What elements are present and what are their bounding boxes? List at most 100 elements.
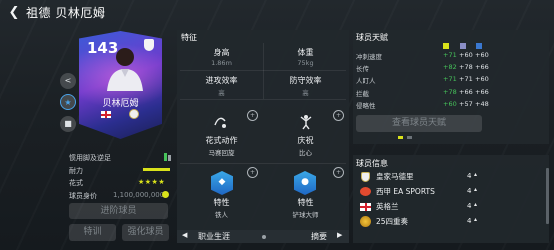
skill-stars: ★★★★ (138, 178, 166, 186)
talent-value: +48 (475, 100, 489, 108)
zoom-icon[interactable]: + (247, 110, 258, 121)
value-label: 球员身价 (69, 192, 97, 200)
talent-value: +66 (475, 88, 489, 96)
talent-value: +60 (443, 100, 457, 108)
advance-player-button[interactable]: 进阶球员 (69, 203, 168, 219)
chem-icon: ▴ (474, 201, 478, 208)
tab-summary[interactable]: 摘要 (311, 231, 327, 242)
celebration-value: 比心 (299, 149, 312, 157)
divider (180, 70, 346, 71)
player-value: 1,100,000,000 (113, 191, 165, 199)
talent-row: 人盯人 (356, 77, 376, 85)
trait1-label: 特性 (213, 198, 230, 207)
tab-career[interactable]: 职业生涯 (198, 231, 230, 242)
coin-icon (162, 191, 169, 198)
trait2-label: 特性 (297, 198, 314, 207)
height-value: 1.86m (211, 59, 232, 67)
features-title: 特征 (181, 33, 197, 42)
defense-rate-value: 高 (302, 89, 309, 97)
info-nation-value: 4 (467, 202, 472, 210)
weight-label: 体重 (297, 48, 314, 57)
zoom-icon[interactable]: + (247, 167, 258, 178)
info-league: 西甲 EA SPORTS (376, 187, 435, 196)
share-icon[interactable]: < (60, 73, 76, 89)
page-indicator-active (398, 136, 403, 139)
info-program: 25四重奏 (376, 217, 409, 226)
skill-label: 花式 (69, 179, 83, 187)
page-dot (262, 235, 266, 239)
talent-value: +60 (475, 51, 489, 59)
celebration-label: 庆祝 (297, 136, 314, 145)
lock-icon[interactable]: ■ (60, 116, 76, 132)
info-program-value: 4 (467, 217, 472, 225)
divider (180, 163, 346, 164)
player-info-title: 球员信息 (356, 159, 388, 168)
boost-player-button[interactable]: 强化球员 (122, 224, 169, 241)
skill-move-value: 马赛回旋 (208, 149, 235, 157)
player-card[interactable]: 143 贝林厄姆 (79, 31, 162, 139)
talent-value: +57 (459, 100, 473, 108)
star-favorite-icon[interactable]: ★ (60, 94, 76, 110)
tier-blue-icon (476, 43, 482, 49)
info-club: 皇家马德里 (376, 172, 414, 181)
trait1-value: 铁人 (215, 211, 228, 219)
trait2-value: 铲球大师 (292, 211, 319, 219)
talent-value: +71 (443, 51, 457, 59)
view-talents-button[interactable]: 查看球员天赋 (356, 115, 482, 132)
skill-move-icon (214, 117, 226, 128)
defense-rate-label: 防守效率 (289, 76, 322, 85)
back-arrow-icon[interactable]: ❮ (6, 5, 22, 21)
talent-row: 侵略性 (356, 102, 376, 110)
talent-row: 拦截 (356, 90, 369, 98)
quartet-badge-icon (360, 216, 371, 227)
chem-icon: ▴ (474, 216, 478, 223)
stamina-label: 耐力 (69, 167, 83, 175)
talent-value: +60 (459, 51, 473, 59)
foot-icon (164, 153, 171, 161)
gem-icon: ◆ (218, 177, 226, 187)
player-portrait (107, 48, 143, 91)
talent-value: +66 (475, 63, 489, 71)
talent-value: +78 (459, 63, 473, 71)
info-club-value: 4 (467, 172, 472, 180)
attack-rate-label: 进攻效率 (205, 76, 238, 85)
info-league-value: 4 (467, 187, 472, 195)
page-indicator (407, 136, 412, 139)
real-madrid-crest-icon (361, 172, 370, 182)
page-title: 祖德 贝林厄姆 (26, 6, 106, 20)
club-crest-icon (129, 109, 139, 119)
weight-value: 75kg (297, 59, 314, 67)
info-nation: 英格兰 (376, 202, 399, 211)
special-training-button[interactable]: 特训 (69, 224, 116, 241)
tab-next-icon[interactable]: ▶ (337, 231, 342, 239)
ball-icon: ● (301, 177, 309, 187)
talents-title: 球员天赋 (356, 33, 388, 42)
talent-row: 长传 (356, 65, 369, 73)
talent-value: +78 (443, 88, 457, 96)
tab-prev-icon[interactable]: ◀ (182, 231, 187, 239)
stamina-bar (143, 168, 170, 171)
attack-rate-value: 高 (218, 89, 225, 97)
chem-icon: ▴ (474, 171, 478, 178)
skill-move-label: 花式动作 (205, 136, 238, 145)
card-player-name: 贝林厄姆 (102, 99, 139, 109)
talent-value: +66 (459, 88, 473, 96)
divider (180, 99, 346, 100)
tier-purple-icon (460, 43, 466, 49)
chem-icon: ▴ (474, 186, 478, 193)
talent-value: +71 (443, 75, 457, 83)
laliga-logo-icon (360, 187, 371, 196)
tier-gold-icon (443, 43, 449, 49)
celebration-icon (300, 115, 312, 130)
height-label: 身高 (213, 48, 230, 57)
talent-value: +60 (475, 75, 489, 83)
talent-value: +82 (443, 63, 457, 71)
weak-foot-label: 惯用脚及逆足 (69, 154, 111, 162)
scrollbar[interactable] (546, 168, 549, 224)
england-flag-icon (101, 111, 111, 118)
talent-value: +71 (459, 75, 473, 83)
zoom-icon[interactable]: + (333, 167, 344, 178)
talent-row: 冲刺速度 (356, 53, 382, 61)
zoom-icon[interactable]: + (333, 110, 344, 121)
england-flag-icon (360, 203, 371, 211)
